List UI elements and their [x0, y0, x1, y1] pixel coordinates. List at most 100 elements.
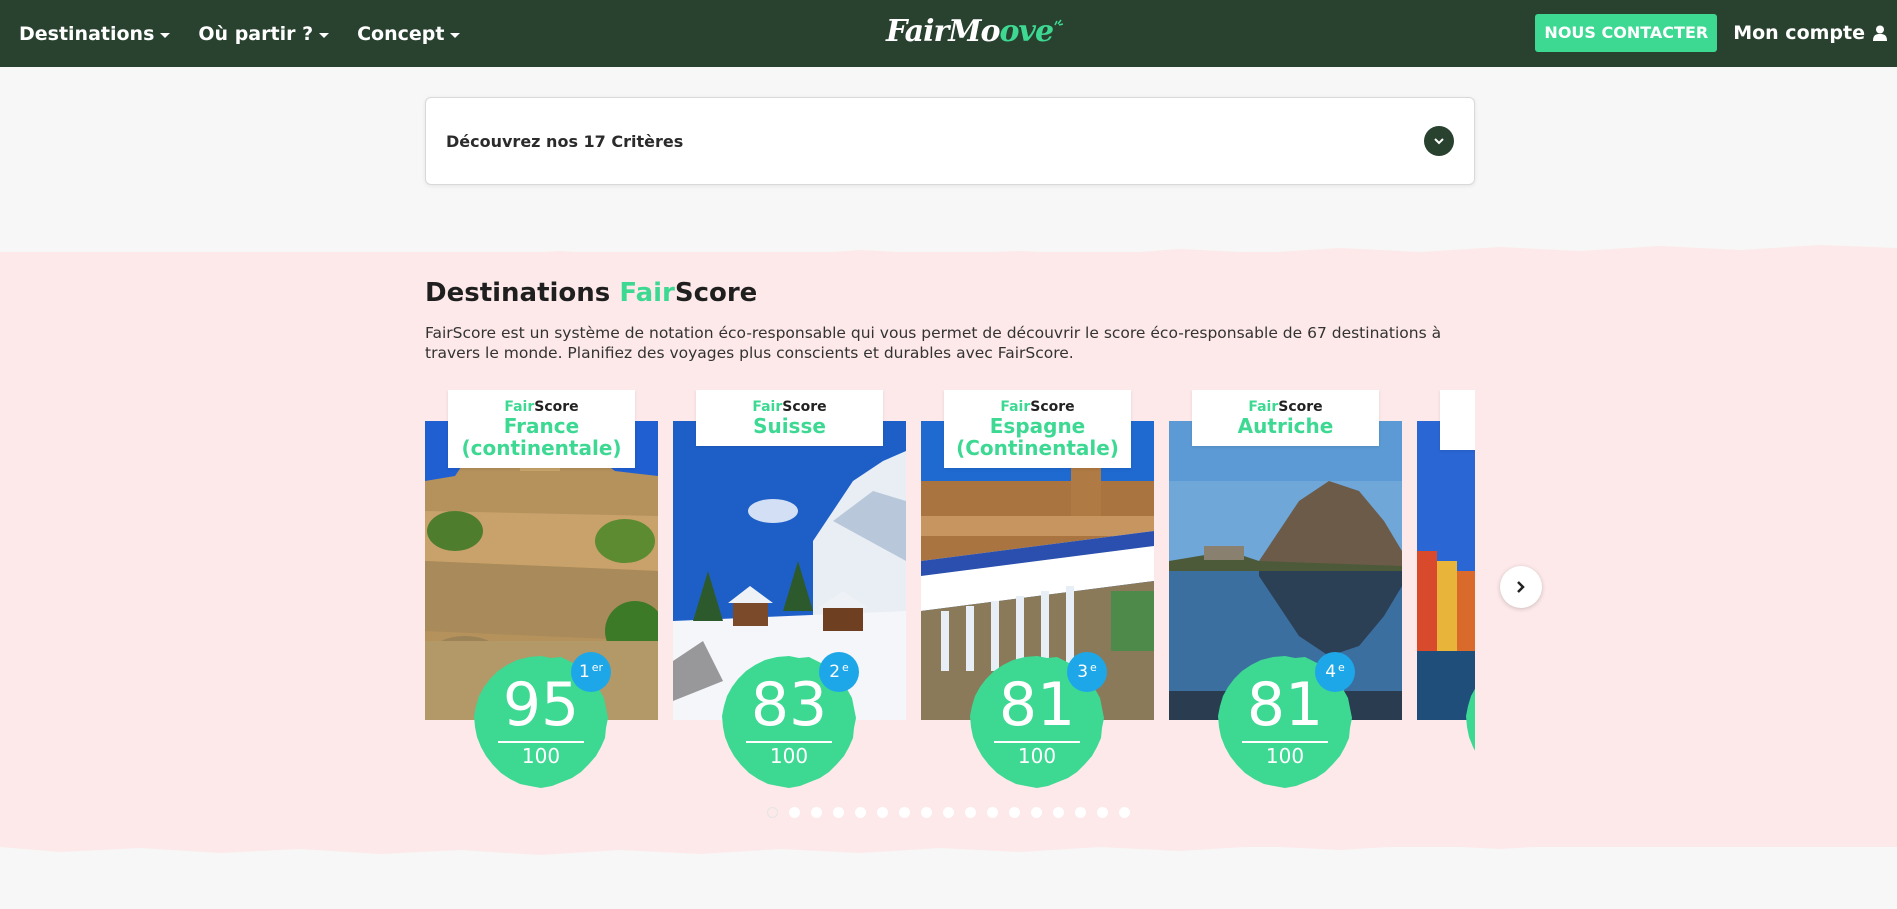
destination-card-autriche[interactable]: FairScore Autriche 81 100 4e [1169, 390, 1402, 795]
carousel-dot[interactable] [1031, 807, 1042, 818]
criteria-accordion[interactable]: Découvrez nos 17 Critères [425, 97, 1475, 185]
accordion-title: Découvrez nos 17 Critères [446, 131, 684, 151]
user-icon [1873, 25, 1887, 41]
carousel-dot[interactable] [1009, 807, 1020, 818]
destination-card-next[interactable] [1417, 390, 1475, 795]
title-part-fair: Fair [619, 278, 675, 308]
torn-edge-bottom [0, 832, 1897, 855]
score-badge [1463, 652, 1475, 792]
brand-score: Score [1030, 399, 1075, 415]
rank-suffix: e [842, 660, 849, 674]
fairmoove-logo[interactable]: FairMo ove [886, 14, 1064, 49]
carousel-dot[interactable] [965, 807, 976, 818]
score-divider [498, 741, 584, 743]
rank-badge: 4e [1315, 652, 1355, 692]
carousel-next-button[interactable] [1500, 566, 1542, 608]
caret-down-icon [450, 32, 461, 38]
score-max: 100 [1265, 744, 1305, 768]
card-label: FairScore Suisse [696, 390, 883, 446]
carousel-dot[interactable] [987, 807, 998, 818]
score-divider [994, 741, 1080, 743]
brand-fair: Fair [1000, 399, 1031, 415]
carousel-dot[interactable] [1053, 807, 1064, 818]
brand-fair: Fair [1248, 399, 1279, 415]
score-badge: 81 100 3e [967, 652, 1107, 792]
brand-score: Score [782, 399, 827, 415]
rank-suffix: er [591, 660, 604, 674]
brand-score: Score [534, 399, 579, 415]
nav-right: NOUS CONTACTER Mon compte [1535, 14, 1887, 52]
nav-item-destinations[interactable]: Destinations [19, 22, 171, 45]
destination-card-suisse[interactable]: FairScore Suisse 83 100 2e [673, 390, 906, 795]
caret-down-icon [160, 32, 171, 38]
title-part: Destinations [425, 278, 620, 308]
rank-number: 1 [578, 662, 590, 682]
destination-card-france[interactable]: FairScore France (continentale) 95 100 1… [425, 390, 658, 795]
card-label: FairScore France (continentale) [448, 390, 635, 468]
score-divider [746, 741, 832, 743]
rank-badge: 1 er [571, 652, 611, 692]
nav-item-label: Où partir ? [198, 22, 314, 45]
contact-button[interactable]: NOUS CONTACTER [1535, 14, 1718, 52]
section-title: Destinations FairScore [425, 278, 757, 308]
chevron-down-icon[interactable] [1424, 126, 1454, 156]
card-label [1440, 390, 1475, 450]
score-divider [1242, 741, 1328, 743]
fairscore-brand: FairScore [1198, 399, 1373, 415]
rank-number: 3 [1077, 662, 1089, 682]
destination-name: Espagne (Continentale) [956, 414, 1119, 460]
score-max: 100 [521, 744, 561, 768]
rank-suffix: e [1090, 660, 1097, 674]
rank-number: 4 [1325, 662, 1337, 682]
nav-item-concept[interactable]: Concept [357, 22, 461, 45]
score-max: 100 [1017, 744, 1057, 768]
account-menu[interactable]: Mon compte [1733, 22, 1887, 44]
carousel-dot[interactable] [811, 807, 822, 818]
rank-badge: 2e [819, 652, 859, 692]
brand-score: Score [1278, 399, 1323, 415]
rank-badge: 3e [1067, 652, 1107, 692]
score-badge: 83 100 2e [719, 652, 859, 792]
carousel-dot[interactable] [943, 807, 954, 818]
carousel-dot[interactable] [767, 807, 778, 818]
carousel-dot[interactable] [877, 807, 888, 818]
score-badge: 81 100 4e [1215, 652, 1355, 792]
section-description: FairScore est un système de notation éco… [425, 324, 1442, 362]
card-label: FairScore Autriche [1192, 390, 1379, 446]
carousel-dot[interactable] [1097, 807, 1108, 818]
nav-item-label: Destinations [19, 22, 155, 45]
brand-fair: Fair [504, 399, 535, 415]
destination-name: Autriche [1237, 414, 1334, 438]
logo-text-accent: ove [999, 14, 1055, 49]
carousel-dot[interactable] [1119, 807, 1130, 818]
account-label: Mon compte [1733, 22, 1865, 44]
fairscore-brand: FairScore [702, 399, 877, 415]
destination-name: France (continentale) [461, 414, 622, 460]
nav-item-label: Concept [357, 22, 445, 45]
score-max: 100 [769, 744, 809, 768]
brand-fair: Fair [752, 399, 783, 415]
fairscore-brand: FairScore [950, 399, 1125, 415]
destination-name: Suisse [753, 414, 826, 438]
carousel-dot[interactable] [899, 807, 910, 818]
logo-text: FairMo [886, 14, 1001, 49]
title-part: Score [674, 278, 758, 308]
destinations-carousel: FairScore France (continentale) 95 100 1… [425, 390, 1475, 795]
fairscore-brand: FairScore [454, 399, 629, 415]
nav-menu: Destinations Où partir ? Concept [19, 22, 461, 45]
top-navbar: Destinations Où partir ? Concept FairMo o… [0, 0, 1897, 67]
carousel-pagination [767, 807, 1130, 818]
carousel-dot[interactable] [789, 807, 800, 818]
destination-card-espagne[interactable]: FairScore Espagne (Continentale) 81 100 … [921, 390, 1154, 795]
chevron-right-icon [1517, 581, 1525, 593]
carousel-dot[interactable] [921, 807, 932, 818]
rank-number: 2 [829, 662, 841, 682]
sparkle-icon [1054, 19, 1064, 26]
carousel-dot[interactable] [855, 807, 866, 818]
card-label: FairScore Espagne (Continentale) [944, 390, 1131, 468]
carousel-dot[interactable] [1075, 807, 1086, 818]
caret-down-icon [319, 32, 330, 38]
nav-item-ou-partir[interactable]: Où partir ? [198, 22, 330, 45]
rank-suffix: e [1338, 660, 1345, 674]
carousel-dot[interactable] [833, 807, 844, 818]
